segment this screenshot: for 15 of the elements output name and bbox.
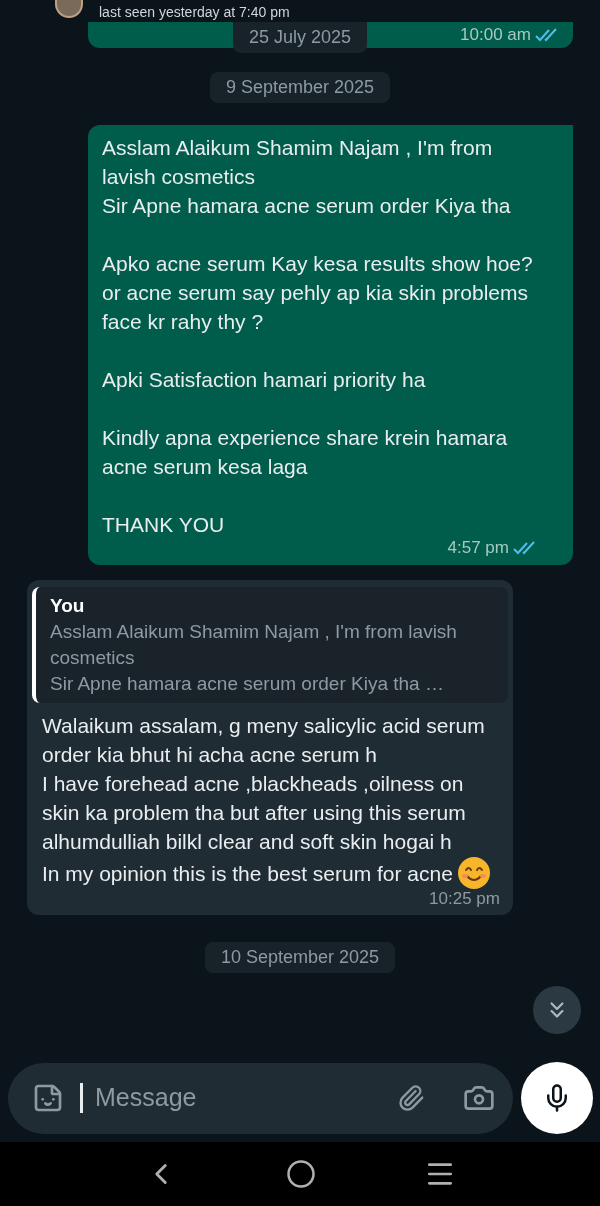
message-time: 10:00 am [460, 24, 531, 47]
message-text: In my opinion this is the best serum for acne [42, 860, 453, 887]
message-text: Asslam Alaikum Shamim Najam , I'm from lavish cosmetics Sir Apne hamara acne serum order Kiya tha Apko acne serum Kay kesa results show hoe? or acne serum say pehly ap kia skin problems face kr rahy thy ? Apki Satisfaction hamari priority ha Kindly apna experience share krein hamara acne serum kesa laga THANK YOU [102, 135, 534, 538]
message-time: 4:57 pm [447, 537, 509, 559]
message-time: 10:25 pm [429, 887, 500, 910]
contact-status: last seen yesterday at 7:40 pm [99, 3, 290, 22]
quote-text: Asslam Alaikum Shamim Najam , I'm from lavish cosmetics Sir Apne hamara acne serum order Kiya tha … [50, 619, 458, 696]
date-divider: 9 September 2025 [209, 72, 391, 103]
date-divider: 10 September 2025 [204, 942, 396, 973]
message-input[interactable]: Message [95, 1079, 385, 1117]
quote-author: You [50, 593, 86, 618]
message-text: Walaikum assalam, g meny salicylic acid serum order kia bhut hi acha acne serum h [42, 712, 486, 768]
message-text: I have forehead acne ,blackheads ,oilness on skin ka problem tha but after using this serum alhumdulliah bilkl clear and soft skin hogai h [42, 770, 467, 855]
message-input-field[interactable]: Message [8, 1062, 513, 1134]
sticky-date: 25 July 2025 [232, 22, 368, 53]
